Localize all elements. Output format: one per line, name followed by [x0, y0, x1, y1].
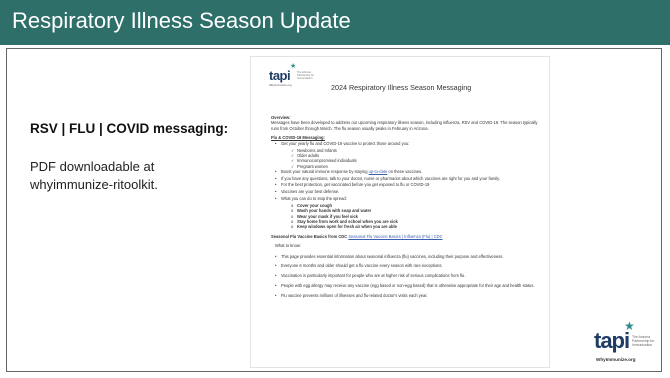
pdf-preview: ★ tapi The Arizona Partnership for Immun…: [250, 56, 550, 368]
messaging-heading: RSV | FLU | COVID messaging:: [30, 121, 229, 136]
download-note-line: whyimmunize-ritoolkit.: [30, 176, 158, 192]
list-item-text: on these vaccines.: [387, 168, 423, 174]
basics-line: Seasonal Flu Vaccine Basics from CDC Sea…: [271, 234, 539, 239]
list-item: What you can do to stop the spread:: [271, 196, 539, 202]
star-icon: ★: [290, 63, 297, 70]
cdc-link[interactable]: Seasonal Flu Vaccine Basics | Influenza …: [348, 234, 442, 239]
document-body: Overview: Messages have been developed t…: [271, 114, 539, 300]
download-note-line: PDF downloadable at: [30, 159, 155, 174]
up-to-date-link[interactable]: up-to-date: [369, 169, 388, 174]
corner-logo-subtitle: The Arizona Partnership for Immunization: [632, 335, 655, 347]
list-item: If you have any questions, talk to your …: [271, 176, 539, 182]
basics-heading: Seasonal Flu Vaccine Basics from CDC: [271, 233, 348, 239]
document-title: 2024 Respiratory Illness Season Messagin…: [331, 83, 472, 92]
tapi-logo: ★ tapi The Arizona Partnership for Immun…: [269, 63, 319, 87]
slide: Respiratory Illness Season Update RSV | …: [0, 0, 670, 378]
slide-title: Respiratory Illness Season Update: [12, 8, 351, 33]
list-item: Keep windows open for fresh air when you…: [271, 224, 539, 230]
list-item: People with egg allergy may receive any …: [271, 283, 539, 289]
overview-text: Messages have been developed to address …: [271, 120, 538, 131]
what-to-know: What to know:: [275, 243, 301, 249]
title-bar: Respiratory Illness Season Update: [0, 0, 670, 45]
list-item: Boost your natural immune response by st…: [271, 168, 539, 175]
list-item: This page provides essential information…: [271, 254, 539, 260]
list-item: Flu vaccine prevents millions of illness…: [271, 293, 539, 299]
logo-url: WhyImmunize.org: [269, 83, 292, 87]
corner-logo-text: tapi: [594, 328, 630, 353]
corner-logo-url: WhyImmunize.org: [596, 357, 636, 362]
download-note: PDF downloadable at whyimmunize-ritoolki…: [30, 158, 240, 193]
logo-subtitle: The Arizona Partnership for Immunization: [297, 71, 315, 80]
tapi-corner-logo: ★ tapi The Arizona Partnership for Immun…: [594, 319, 664, 368]
list-item: Vaccination is particularly important fo…: [271, 273, 539, 279]
list-item: Everyone 6 months and older should get a…: [271, 263, 539, 269]
list-item: Get your yearly flu and COVID-19 vaccine…: [271, 141, 539, 147]
list-item-text: Boost your natural immune response by st…: [281, 168, 369, 174]
list-item: Vaccines are your best defense.: [271, 189, 539, 195]
list-item: For the best protection, get vaccinated …: [271, 182, 539, 188]
